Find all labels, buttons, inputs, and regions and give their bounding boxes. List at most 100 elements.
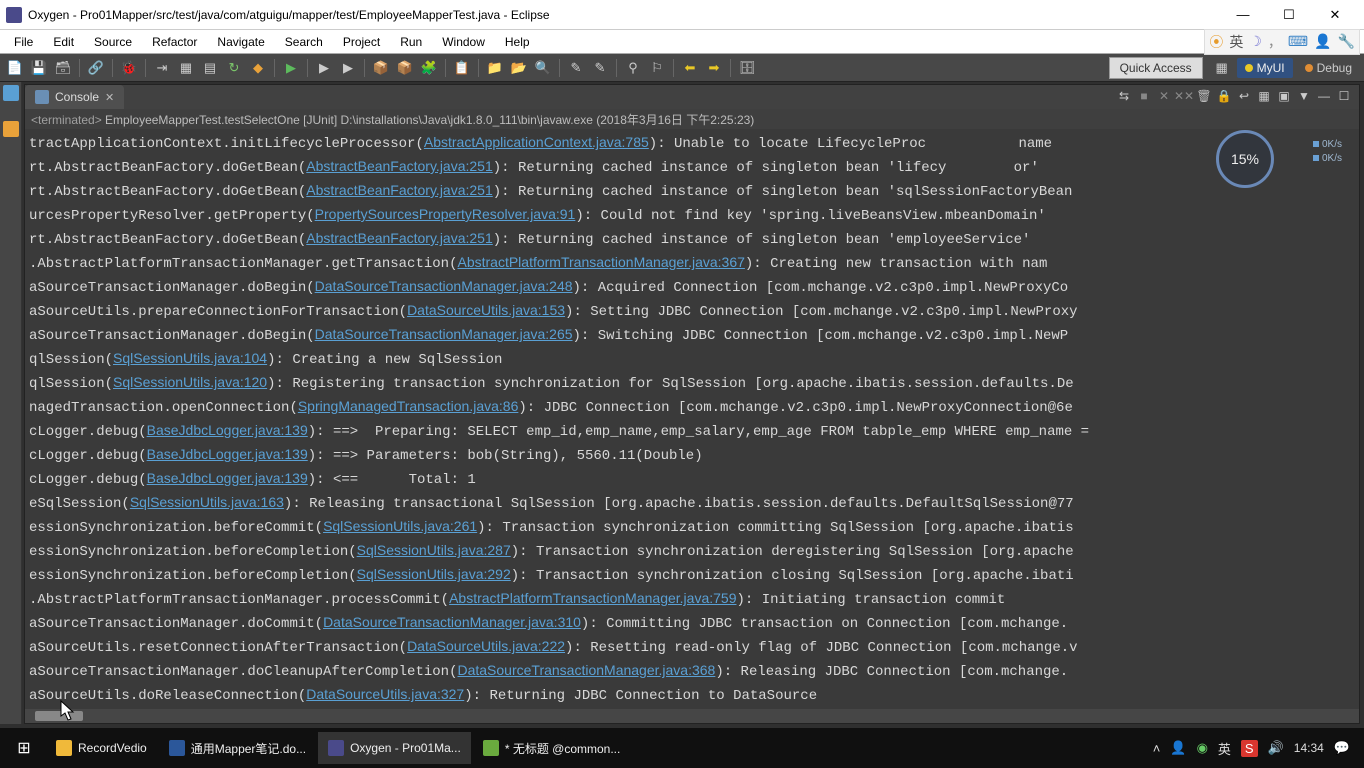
- menu-search[interactable]: Search: [275, 32, 333, 52]
- wand-icon[interactable]: ✎: [565, 57, 587, 79]
- remove-launch-icon[interactable]: ✕: [1155, 87, 1173, 105]
- run-ext-icon[interactable]: ▶: [337, 57, 359, 79]
- perspective-myui[interactable]: MyUI: [1237, 58, 1293, 78]
- package-icon[interactable]: 📦: [394, 57, 416, 79]
- tray-globe-icon[interactable]: ◉: [1197, 740, 1208, 756]
- maximize-button[interactable]: ☐: [1266, 0, 1312, 30]
- menu-help[interactable]: Help: [495, 32, 540, 52]
- pin-console-icon[interactable]: ⇆: [1115, 87, 1133, 105]
- eclipse-icon: [328, 740, 344, 756]
- window-title: Oxygen - Pro01Mapper/src/test/java/com/a…: [28, 8, 1220, 22]
- task-label: * 无标题 @common...: [505, 740, 621, 757]
- link-icon[interactable]: 🔗: [85, 57, 107, 79]
- save-icon[interactable]: 💾: [28, 57, 50, 79]
- new-icon[interactable]: 📄: [4, 57, 26, 79]
- console-output[interactable]: tractApplicationContext.initLifecyclePro…: [25, 129, 1359, 723]
- word-icon: [169, 740, 185, 756]
- menu-navigate[interactable]: Navigate: [207, 32, 274, 52]
- start-button[interactable]: ⊞: [4, 728, 44, 768]
- network-overlay: 0K/s 0K/s: [1313, 138, 1342, 166]
- menu-project[interactable]: Project: [333, 32, 390, 52]
- performance-overlay-circle[interactable]: 15%: [1216, 130, 1274, 188]
- taskbar-item[interactable]: 通用Mapper笔记.do...: [159, 732, 316, 764]
- outline-icon[interactable]: ▦: [175, 57, 197, 79]
- moon-icon[interactable]: ☽: [1249, 33, 1262, 50]
- horizontal-scrollbar[interactable]: [25, 709, 1359, 723]
- tray-notifications-icon[interactable]: 💬: [1334, 740, 1350, 756]
- remove-all-icon[interactable]: ✕✕: [1175, 87, 1193, 105]
- ime-globe-icon[interactable]: ⦿: [1209, 32, 1223, 52]
- main-toolbar: 📄 💾 🗃 🔗 🐞 ⇥ ▦ ▤ ↻ ◆ ▶ ▶ ▶ 📦 📦 🧩 📋 📁 📂 🔍 …: [0, 54, 1364, 82]
- window-titlebar: Oxygen - Pro01Mapper/src/test/java/com/a…: [0, 0, 1364, 30]
- net-up-label: 0K/s: [1322, 139, 1342, 150]
- grid-icon[interactable]: ▤: [199, 57, 221, 79]
- pencil-icon[interactable]: ✎: [589, 57, 611, 79]
- menu-refactor[interactable]: Refactor: [142, 32, 207, 52]
- tray-ime-icon[interactable]: S: [1241, 740, 1258, 757]
- menu-edit[interactable]: Edit: [43, 32, 84, 52]
- show-console-icon[interactable]: ▦: [1255, 87, 1273, 105]
- ime-floating-toolbar[interactable]: ⦿ 英 ☽ ， ⌨ 👤 🔧: [1204, 29, 1360, 55]
- folder-icon[interactable]: 📁: [484, 57, 506, 79]
- open-perspective-icon[interactable]: ▦: [1211, 57, 1233, 79]
- perspective-myui-label: MyUI: [1257, 61, 1285, 75]
- ime-lang-label[interactable]: 英: [1229, 32, 1243, 52]
- tray-lang-label[interactable]: 英: [1218, 739, 1231, 758]
- keyboard-icon[interactable]: ⌨: [1288, 33, 1308, 50]
- wrench-icon[interactable]: 🔧: [1338, 33, 1355, 50]
- maximize-view-icon[interactable]: ☐: [1335, 87, 1353, 105]
- display-selected-icon[interactable]: ▼: [1295, 87, 1313, 105]
- taskbar-item[interactable]: Oxygen - Pro01Ma...: [318, 732, 471, 764]
- menu-window[interactable]: Window: [432, 32, 495, 52]
- console-tab-label: Console: [55, 90, 99, 104]
- marker-icon[interactable]: [3, 121, 19, 137]
- box-icon[interactable]: 📦: [370, 57, 392, 79]
- open-console-icon[interactable]: ▣: [1275, 87, 1293, 105]
- clear-console-icon[interactable]: 🗑: [1195, 87, 1213, 105]
- refresh-icon[interactable]: ↻: [223, 57, 245, 79]
- back-icon[interactable]: ⬅: [679, 57, 701, 79]
- console-process-header: <terminated> EmployeeMapperTest.testSele…: [25, 109, 1359, 129]
- comma-icon[interactable]: ，: [1268, 32, 1282, 52]
- side-marker-bar: [0, 82, 22, 724]
- folder2-icon[interactable]: 📂: [508, 57, 530, 79]
- flag-icon[interactable]: ⚐: [646, 57, 668, 79]
- taskbar-item[interactable]: RecordVedio: [46, 732, 157, 764]
- person-icon[interactable]: 👤: [1314, 33, 1331, 50]
- close-tab-icon[interactable]: ✕: [105, 91, 114, 104]
- debug-bug-icon[interactable]: 🐞: [118, 57, 140, 79]
- close-button[interactable]: ✕: [1312, 0, 1358, 30]
- minimize-view-icon[interactable]: —: [1315, 87, 1333, 105]
- menu-run[interactable]: Run: [390, 32, 432, 52]
- forward-icon[interactable]: ➡: [703, 57, 725, 79]
- search-icon[interactable]: 🔍: [532, 57, 554, 79]
- tray-people-icon[interactable]: 👤: [1170, 740, 1186, 756]
- db-icon[interactable]: 🗄: [736, 57, 758, 79]
- step-icon[interactable]: ⇥: [151, 57, 173, 79]
- save-all-icon[interactable]: 🗃: [52, 57, 74, 79]
- tag-icon[interactable]: ◆: [247, 57, 269, 79]
- minimize-button[interactable]: —: [1220, 0, 1266, 30]
- perspective-debug-label: Debug: [1317, 61, 1352, 75]
- scroll-lock-icon[interactable]: 🔒: [1215, 87, 1233, 105]
- type-icon[interactable]: 🧩: [418, 57, 440, 79]
- folder-icon: [56, 740, 72, 756]
- perspective-debug[interactable]: Debug: [1297, 58, 1360, 78]
- console-tab[interactable]: Console ✕: [25, 85, 124, 109]
- word-wrap-icon[interactable]: ↩: [1235, 87, 1253, 105]
- tray-up-icon[interactable]: ˄: [1153, 741, 1161, 756]
- marker-icon[interactable]: [3, 85, 19, 101]
- task-label: RecordVedio: [78, 741, 147, 755]
- open-task-icon[interactable]: 📋: [451, 57, 473, 79]
- quick-access-field[interactable]: Quick Access: [1109, 57, 1203, 79]
- tray-sound-icon[interactable]: 🔊: [1268, 740, 1284, 756]
- run-last-icon[interactable]: ▶: [313, 57, 335, 79]
- menu-source[interactable]: Source: [84, 32, 142, 52]
- menu-file[interactable]: File: [4, 32, 43, 52]
- pin-icon[interactable]: ⚲: [622, 57, 644, 79]
- tray-clock[interactable]: 14:34: [1294, 741, 1324, 755]
- taskbar-item[interactable]: * 无标题 @common...: [473, 732, 631, 764]
- mouse-cursor: [60, 700, 76, 722]
- terminate-icon[interactable]: ■: [1135, 87, 1153, 105]
- run-icon[interactable]: ▶: [280, 57, 302, 79]
